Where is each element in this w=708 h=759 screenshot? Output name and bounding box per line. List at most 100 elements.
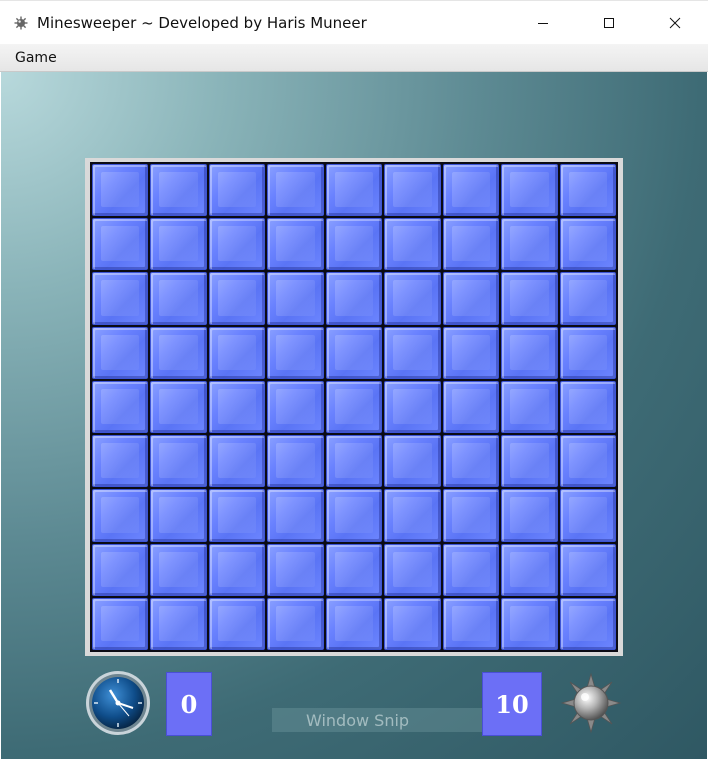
maximize-button[interactable] bbox=[576, 1, 642, 45]
minefield-cell[interactable] bbox=[150, 543, 207, 596]
minefield-cell[interactable] bbox=[150, 489, 207, 542]
game-area: 0 Window Snip 10 bbox=[1, 72, 707, 759]
timer-counter: 0 bbox=[166, 672, 212, 736]
minefield-cell[interactable] bbox=[92, 326, 149, 379]
minefield-cell[interactable] bbox=[384, 272, 441, 325]
minefield-cell[interactable] bbox=[442, 218, 500, 271]
minefield-cell[interactable] bbox=[325, 380, 383, 434]
minefield-cell[interactable] bbox=[150, 380, 207, 434]
minefield-cell[interactable] bbox=[92, 218, 149, 271]
minefield-cell[interactable] bbox=[267, 326, 324, 379]
mines-counter: 10 bbox=[482, 672, 542, 736]
minefield-cell[interactable] bbox=[325, 164, 383, 217]
minefield-cell[interactable] bbox=[150, 218, 207, 271]
title-bar: Minesweeper ~ Developed by Haris Muneer bbox=[0, 0, 708, 44]
minefield-cell[interactable] bbox=[92, 543, 149, 596]
minefield-cell[interactable] bbox=[501, 435, 558, 488]
minefield-cell[interactable] bbox=[150, 597, 207, 650]
minefield-cell[interactable] bbox=[267, 380, 324, 434]
minefield-cell[interactable] bbox=[559, 380, 616, 434]
minefield-cell[interactable] bbox=[208, 326, 266, 379]
minefield-cell[interactable] bbox=[501, 597, 558, 650]
window-title: Minesweeper ~ Developed by Haris Muneer bbox=[37, 13, 367, 32]
minefield-cell[interactable] bbox=[442, 543, 500, 596]
minefield-cell[interactable] bbox=[384, 543, 441, 596]
minefield-cell[interactable] bbox=[442, 597, 500, 650]
minefield-cell[interactable] bbox=[442, 164, 500, 217]
minefield-cell[interactable] bbox=[559, 543, 616, 596]
minefield-cell[interactable] bbox=[150, 164, 207, 217]
minefield-cell[interactable] bbox=[267, 164, 324, 217]
minefield-cell[interactable] bbox=[384, 218, 441, 271]
minefield-cell[interactable] bbox=[267, 218, 324, 271]
minefield-cell[interactable] bbox=[325, 597, 383, 650]
minefield-cell[interactable] bbox=[559, 597, 616, 650]
minefield-cell[interactable] bbox=[150, 435, 207, 488]
minimize-button[interactable] bbox=[510, 1, 576, 45]
minefield-cell[interactable] bbox=[559, 326, 616, 379]
minefield-cell[interactable] bbox=[267, 489, 324, 542]
mine-icon bbox=[558, 670, 624, 736]
minefield-cell[interactable] bbox=[384, 380, 441, 434]
minefield-cell[interactable] bbox=[559, 435, 616, 488]
mine-app-icon bbox=[14, 16, 28, 30]
minefield-cell[interactable] bbox=[92, 435, 149, 488]
minefield-cell[interactable] bbox=[501, 380, 558, 434]
menu-game[interactable]: Game bbox=[0, 50, 65, 66]
minefield-cell[interactable] bbox=[384, 326, 441, 379]
minefield-cell[interactable] bbox=[325, 489, 383, 542]
minefield-cell[interactable] bbox=[325, 543, 383, 596]
minefield-cell[interactable] bbox=[501, 164, 558, 217]
minefield-cell[interactable] bbox=[92, 380, 149, 434]
minefield-cell[interactable] bbox=[501, 218, 558, 271]
minefield-cell[interactable] bbox=[442, 435, 500, 488]
minefield-cell[interactable] bbox=[208, 272, 266, 325]
minefield-cell[interactable] bbox=[92, 164, 149, 217]
minefield-cell[interactable] bbox=[442, 326, 500, 379]
minefield-cell[interactable] bbox=[559, 218, 616, 271]
minefield-cell[interactable] bbox=[150, 272, 207, 325]
window-controls bbox=[510, 1, 708, 45]
minefield-cell[interactable] bbox=[384, 164, 441, 217]
minefield-cell[interactable] bbox=[442, 489, 500, 542]
minefield-cell[interactable] bbox=[92, 272, 149, 325]
minefield-cell[interactable] bbox=[208, 380, 266, 434]
minefield-cell[interactable] bbox=[267, 597, 324, 650]
minimize-icon bbox=[538, 23, 548, 24]
minefield-cell[interactable] bbox=[208, 489, 266, 542]
minefield-cell[interactable] bbox=[208, 543, 266, 596]
minefield-cell[interactable] bbox=[501, 543, 558, 596]
minefield-cell[interactable] bbox=[325, 326, 383, 379]
menu-bar: Game bbox=[0, 44, 708, 72]
minefield-board bbox=[85, 158, 623, 656]
maximize-icon bbox=[604, 18, 614, 28]
minefield-cell[interactable] bbox=[267, 543, 324, 596]
minefield-cell[interactable] bbox=[325, 272, 383, 325]
minefield-cell[interactable] bbox=[267, 435, 324, 488]
minefield-cell[interactable] bbox=[325, 435, 383, 488]
minefield-cell[interactable] bbox=[559, 489, 616, 542]
minefield-cell[interactable] bbox=[92, 489, 149, 542]
minefield-cell[interactable] bbox=[501, 272, 558, 325]
minefield-cell[interactable] bbox=[92, 597, 149, 650]
minefield-cell[interactable] bbox=[208, 435, 266, 488]
minefield-cell[interactable] bbox=[442, 272, 500, 325]
window-snip-watermark: Window Snip bbox=[272, 708, 482, 732]
minefield-cell[interactable] bbox=[208, 597, 266, 650]
minefield-cell[interactable] bbox=[208, 164, 266, 217]
minefield-cell[interactable] bbox=[384, 435, 441, 488]
minefield-cell[interactable] bbox=[501, 489, 558, 542]
minefield-cell[interactable] bbox=[442, 380, 500, 434]
close-button[interactable] bbox=[642, 1, 708, 45]
minefield-cell[interactable] bbox=[325, 218, 383, 271]
minefield-cell[interactable] bbox=[501, 326, 558, 379]
clock-icon bbox=[85, 670, 151, 736]
minefield-cell[interactable] bbox=[267, 272, 324, 325]
minefield-cell[interactable] bbox=[384, 489, 441, 542]
close-icon bbox=[669, 17, 681, 29]
minefield-cell[interactable] bbox=[559, 164, 616, 217]
minefield-cell[interactable] bbox=[384, 597, 441, 650]
minefield-cell[interactable] bbox=[208, 218, 266, 271]
minefield-cell[interactable] bbox=[559, 272, 616, 325]
minefield-cell[interactable] bbox=[150, 326, 207, 379]
